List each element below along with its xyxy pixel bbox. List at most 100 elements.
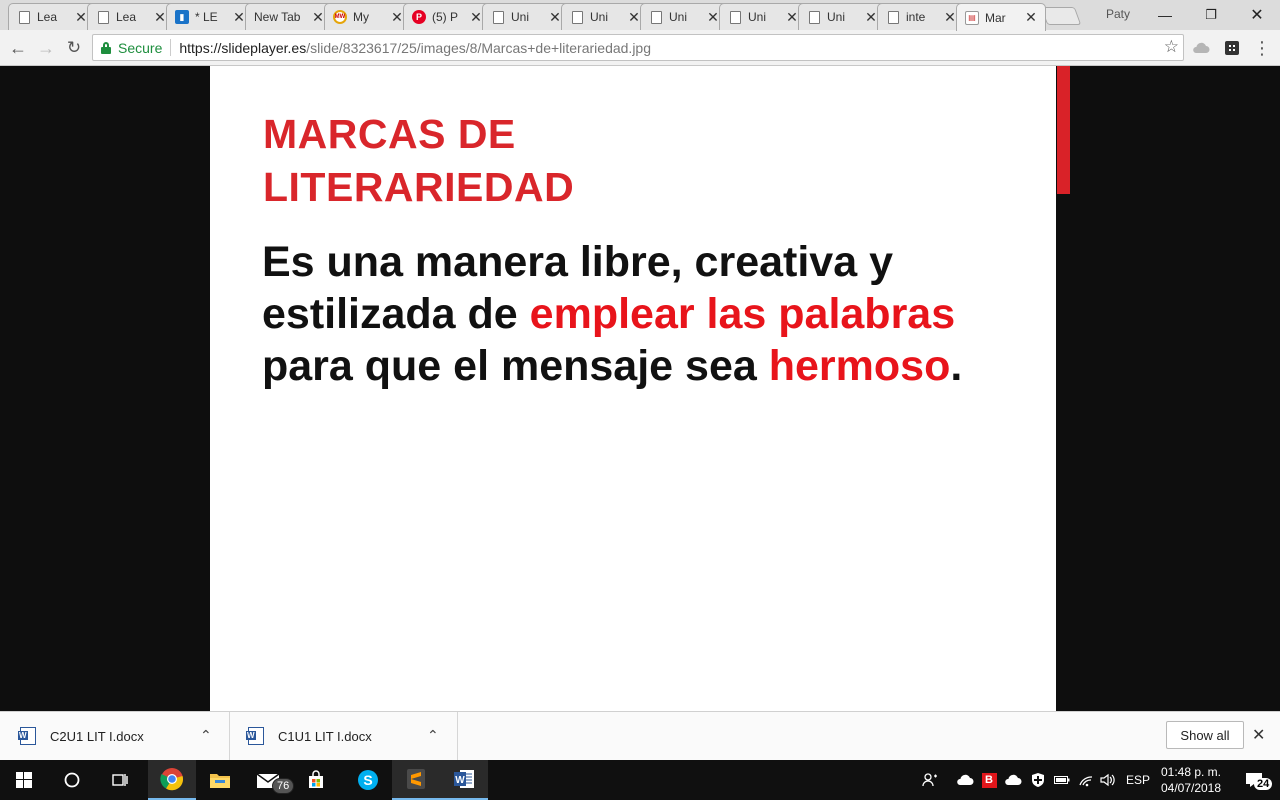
- chevron-up-icon[interactable]: ⌃: [427, 727, 439, 744]
- taskbar-chrome[interactable]: [148, 760, 196, 800]
- action-center-button[interactable]: 24: [1234, 760, 1274, 800]
- lock-icon: [101, 41, 111, 54]
- store-bag-icon: [309, 770, 323, 788]
- taskbar-file-explorer[interactable]: [196, 760, 244, 800]
- address-divider: [170, 39, 172, 56]
- tab-label: * LE: [195, 10, 218, 24]
- battery-icon: [1054, 776, 1070, 784]
- doc-icon: [888, 10, 899, 24]
- tray-defender[interactable]: [1028, 760, 1048, 800]
- restore-icon: ❐: [1205, 7, 1217, 22]
- close-window-button[interactable]: ✕: [1234, 0, 1280, 30]
- browser-tab[interactable]: ▮ * LE ✕: [166, 3, 254, 30]
- tray-volume[interactable]: [1098, 760, 1118, 800]
- sublime-text-icon: [407, 769, 425, 789]
- system-clock[interactable]: 01:48 p. m. 04/07/2018: [1156, 764, 1226, 796]
- extension-puzzle-button[interactable]: [1220, 36, 1244, 60]
- cloud-icon: [1193, 42, 1210, 53]
- doc-icon: [809, 10, 820, 24]
- tray-onedrive[interactable]: [1002, 760, 1024, 800]
- notification-count-badge: 24: [1254, 778, 1273, 790]
- doc-icon: [98, 10, 109, 24]
- taskbar-sublime-text[interactable]: [392, 760, 440, 800]
- tab-label: New Tab: [254, 10, 301, 24]
- doc-icon: [493, 10, 504, 24]
- browser-tab[interactable]: New Tab ✕: [245, 3, 333, 30]
- show-all-downloads-button[interactable]: Show all: [1166, 721, 1244, 749]
- browser-tab[interactable]: Uni ✕: [640, 3, 728, 30]
- browser-tab[interactable]: Uni ✕: [482, 3, 570, 30]
- reload-button[interactable]: ↻: [62, 36, 86, 60]
- tray-cloud-sync[interactable]: [954, 760, 976, 800]
- minimize-icon: —: [1158, 7, 1172, 23]
- task-view-button[interactable]: [96, 760, 144, 800]
- page-viewport: MARCAS DE LITERARIEDAD Es una manera lib…: [0, 66, 1280, 711]
- bookmark-star-icon[interactable]: ☆: [1164, 37, 1179, 57]
- menu-button[interactable]: ⋮: [1250, 36, 1274, 60]
- clock-time: 01:48 p. m.: [1160, 765, 1222, 779]
- taskbar-skype[interactable]: S: [344, 760, 392, 800]
- browser-tab[interactable]: Lea ✕: [87, 3, 175, 30]
- slide-accent-bar: [1057, 66, 1070, 194]
- close-icon: ✕: [1250, 7, 1264, 24]
- input-language-indicator[interactable]: ESP: [1124, 760, 1152, 800]
- start-button[interactable]: [0, 760, 48, 800]
- download-filename: C2U1 LIT I.docx: [50, 728, 144, 744]
- speaker-icon: [1100, 773, 1115, 787]
- shield-icon: [1032, 773, 1044, 787]
- svg-text:W: W: [455, 775, 465, 786]
- bitdefender-icon: B: [981, 772, 997, 788]
- url-path: /slide/8323617/25/images/8/Marcas+de+lit…: [306, 39, 651, 56]
- forward-button[interactable]: →: [34, 36, 58, 60]
- slide-title-line-2: LITERARIEDAD: [263, 164, 575, 210]
- tab-label: Lea: [116, 10, 137, 24]
- tab-label: Uni: [748, 10, 767, 24]
- people-button[interactable]: [918, 760, 942, 800]
- download-item[interactable]: C2U1 LIT I.docx ⌃: [0, 712, 230, 760]
- pinterest-icon: P: [412, 10, 426, 24]
- address-bar[interactable]: Secure https://slideplayer.es/slide/8323…: [92, 34, 1184, 61]
- tray-bitdefender[interactable]: B: [980, 760, 998, 800]
- body-text-plain-2: para que el mensaje sea: [262, 342, 769, 390]
- clock-date: 04/07/2018: [1160, 781, 1222, 795]
- browser-tab[interactable]: inte ✕: [877, 3, 965, 30]
- browser-tab[interactable]: MW My ✕: [324, 3, 412, 30]
- close-shelf-button[interactable]: ✕: [1252, 725, 1265, 745]
- people-icon: [922, 773, 937, 787]
- new-tab-button[interactable]: [1040, 7, 1082, 25]
- browser-tab[interactable]: Uni ✕: [798, 3, 886, 30]
- back-button[interactable]: ←: [6, 36, 30, 60]
- tab-label: Uni: [827, 10, 846, 24]
- minimize-button[interactable]: —: [1142, 0, 1188, 30]
- close-icon: ✕: [1252, 727, 1266, 744]
- restore-button[interactable]: ❐: [1188, 0, 1234, 30]
- chevron-up-icon[interactable]: ⌃: [200, 727, 212, 744]
- profile-name[interactable]: Paty: [1106, 7, 1130, 21]
- word-icon: W: [454, 770, 474, 788]
- taskbar-mail[interactable]: 76: [244, 760, 295, 800]
- tray-wifi[interactable]: [1076, 760, 1096, 800]
- le-icon: ▮: [175, 10, 189, 24]
- cortana-button[interactable]: [48, 760, 96, 800]
- tab-close-icon[interactable]: ✕: [1023, 9, 1039, 26]
- tab-label: inte: [906, 10, 926, 24]
- chrome-icon: [160, 768, 184, 791]
- tray-battery[interactable]: [1052, 760, 1072, 800]
- skype-icon: S: [358, 770, 378, 790]
- browser-tab[interactable]: ▤ Mar ✕: [956, 3, 1046, 31]
- browser-tab[interactable]: Uni ✕: [561, 3, 649, 30]
- kebab-menu-icon: ⋮: [1253, 37, 1271, 58]
- tab-label: Mar: [985, 10, 1006, 25]
- mw-icon: MW: [333, 10, 347, 24]
- taskbar-store[interactable]: [292, 760, 340, 800]
- extension-cloud-button[interactable]: [1189, 36, 1213, 60]
- slide-image: MARCAS DE LITERARIEDAD Es una manera lib…: [210, 66, 1056, 711]
- browser-tab[interactable]: Uni ✕: [719, 3, 807, 30]
- download-item[interactable]: C1U1 LIT I.docx ⌃: [230, 712, 458, 760]
- doc-icon: [651, 10, 662, 24]
- browser-tab[interactable]: Lea ✕: [8, 3, 96, 30]
- word-doc-icon: [18, 727, 36, 745]
- forward-arrow-icon: →: [37, 37, 55, 58]
- taskbar-word[interactable]: W: [440, 760, 488, 800]
- browser-tab[interactable]: P (5) P ✕: [403, 3, 491, 30]
